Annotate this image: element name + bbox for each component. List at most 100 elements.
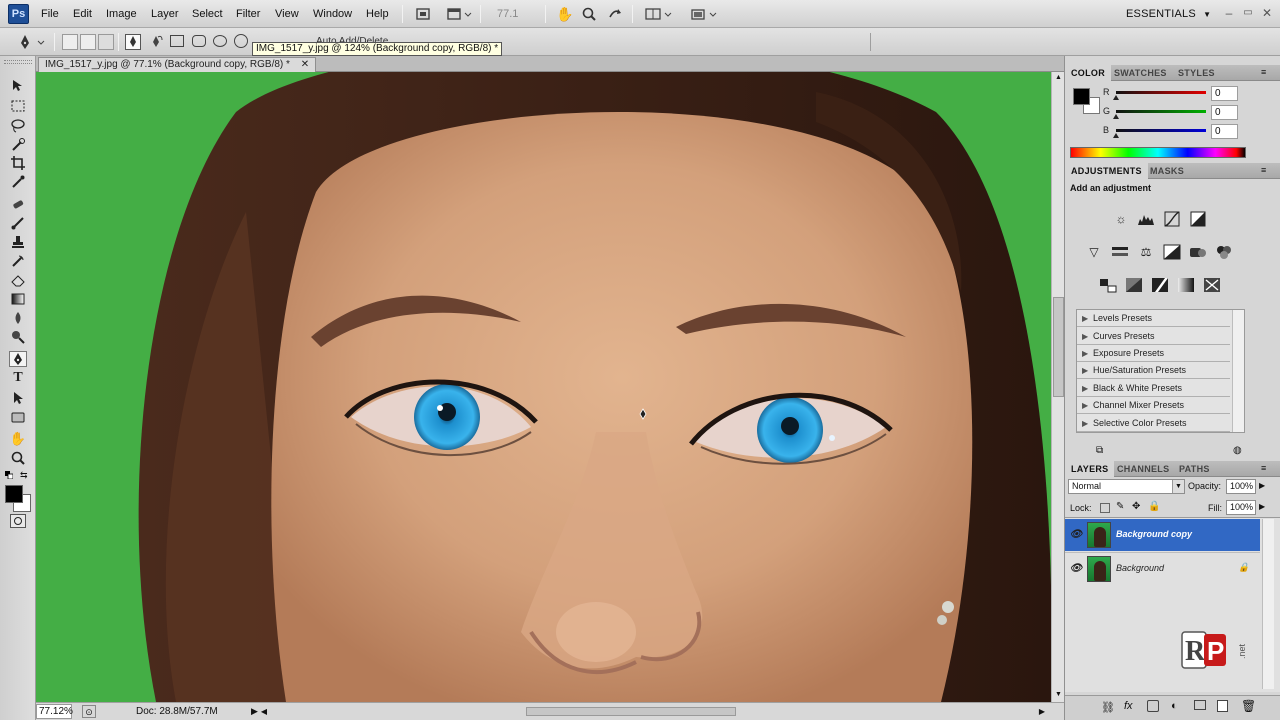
rotate-view-icon[interactable] [606,5,624,23]
tab-styles[interactable]: STYLES [1172,65,1221,81]
opacity-slider-icon[interactable]: ▶ [1259,481,1265,490]
gradient-tool-icon[interactable] [9,291,27,307]
shape-tool-icon[interactable] [9,409,27,425]
delete-layer-icon[interactable]: 🗑 [1241,699,1256,713]
threshold-icon[interactable] [1151,277,1169,293]
blue-slider[interactable] [1116,129,1206,132]
preset-curves[interactable]: ▶ Curves Presets [1077,328,1230,345]
tab-layers[interactable]: LAYERS [1065,461,1115,477]
preset-channel-mixer[interactable]: ▶ Channel Mixer Presets [1077,397,1230,414]
dodge-tool-icon[interactable] [9,329,27,345]
foreground-color-swatch[interactable] [5,485,23,503]
spot-healing-icon[interactable] [9,196,27,212]
path-selection-icon[interactable] [9,390,27,406]
green-slider-thumb[interactable] [1113,114,1119,119]
preset-black-white[interactable]: ▶ Black & White Presets [1077,380,1230,397]
eraser-tool-icon[interactable] [9,272,27,288]
scroll-up-icon[interactable]: ▲ [1053,72,1064,83]
visibility-eye-icon[interactable]: 👁 [1069,528,1083,542]
pen-tool-icon[interactable] [9,351,27,367]
menu-window[interactable]: Window [313,8,352,20]
scroll-left-icon[interactable]: ◀ [258,705,270,718]
polygon-shape-icon[interactable] [234,34,248,48]
scroll-down-icon[interactable]: ▼ [1053,689,1064,700]
new-group-icon[interactable] [1194,700,1206,710]
preset-exposure[interactable]: ▶ Exposure Presets [1077,345,1230,362]
fill-pixels-icon[interactable] [98,34,114,50]
menu-edit[interactable]: Edit [73,8,92,20]
gradient-map-icon[interactable] [1177,277,1195,293]
lock-position-icon[interactable]: ✥ [1132,501,1140,512]
quick-mask-icon[interactable] [10,514,26,528]
mini-bridge-icon[interactable] [445,5,473,23]
invert-icon[interactable] [1099,277,1117,293]
hue-saturation-icon[interactable] [1111,244,1129,260]
visibility-eye-icon[interactable]: 👁 [1069,562,1083,576]
type-tool-icon[interactable]: T [9,370,27,386]
scrollbar-thumb[interactable] [1053,297,1064,397]
green-value[interactable]: 0 [1211,105,1238,120]
layer-background-copy[interactable]: 👁 Background copy [1065,519,1260,551]
swap-colors-icon[interactable]: ⇆ [20,470,30,480]
zoom-level-dropdown[interactable]: 77.1 ▼ [485,6,537,35]
minimize-icon[interactable]: – [1222,6,1236,20]
status-info-icon[interactable]: ⊙ [82,705,96,718]
paths-icon[interactable] [80,34,96,50]
fill-field[interactable]: 100% [1226,500,1256,515]
adjustment-options-icon[interactable]: ◍ [1233,445,1249,457]
eyedropper-tool-icon[interactable] [9,174,27,190]
color-foreground-swatch[interactable] [1073,88,1090,105]
clone-stamp-icon[interactable] [9,234,27,250]
lock-transparent-icon[interactable] [1100,503,1110,513]
clip-to-layer-icon[interactable]: ⧉ [1096,445,1112,457]
lock-all-icon[interactable]: 🔒 [1148,501,1160,512]
marquee-tool-icon[interactable] [9,98,27,114]
zoom-field[interactable]: 77.12% [36,704,73,719]
new-adjustment-layer-icon[interactable]: ◐ [1171,700,1178,712]
fill-slider-icon[interactable]: ▶ [1259,502,1265,511]
brush-tool-icon[interactable] [9,215,27,231]
blur-tool-icon[interactable] [9,310,27,326]
hand-tool-icon[interactable]: ✋ [555,5,573,23]
opacity-field[interactable]: 100% [1226,479,1256,494]
red-slider-thumb[interactable] [1113,95,1119,100]
blue-value[interactable]: 0 [1211,124,1238,139]
close-tab-icon[interactable]: ✕ [301,59,309,70]
menu-file[interactable]: File [41,8,59,20]
status-menu-icon[interactable]: ▶ [251,706,258,717]
menu-image[interactable]: Image [106,8,137,20]
selective-color-icon[interactable] [1203,277,1221,293]
close-icon[interactable]: ✕ [1260,6,1274,20]
preset-hue-saturation[interactable]: ▶ Hue/Saturation Presets [1077,362,1230,379]
toolbar-grip[interactable] [4,60,32,64]
layer-style-icon[interactable]: fx [1124,700,1133,712]
pen-mode-icon[interactable] [125,34,141,50]
photo-filter-icon[interactable] [1189,244,1207,260]
screen-mode-icon[interactable] [688,5,720,23]
exposure-icon[interactable] [1189,211,1207,227]
layers-scrollbar[interactable] [1262,519,1274,689]
preset-selective-color[interactable]: ▶ Selective Color Presets [1077,415,1230,432]
brightness-contrast-icon[interactable]: ☼ [1112,211,1130,227]
zoom-tool-icon[interactable] [9,450,27,466]
workspace-switcher[interactable]: ESSENTIALS ▼ [1126,8,1211,20]
panel-menu-icon[interactable]: ≡ [1261,165,1266,175]
channel-mixer-icon[interactable] [1215,244,1233,260]
panel-menu-icon[interactable]: ≡ [1261,463,1266,473]
curves-icon[interactable] [1163,211,1181,227]
menu-view[interactable]: View [275,8,299,20]
green-slider[interactable] [1116,110,1206,113]
tab-color[interactable]: COLOR [1065,65,1111,81]
blend-mode-dropdown[interactable]: Normal ▼ [1068,479,1185,494]
bridge-icon[interactable] [414,5,432,23]
menu-select[interactable]: Select [192,8,223,20]
lock-pixels-icon[interactable]: ✎ [1116,501,1124,512]
preset-levels[interactable]: ▶ Levels Presets [1077,310,1230,327]
quick-selection-icon[interactable] [9,137,27,153]
levels-icon[interactable] [1137,211,1155,227]
red-slider[interactable] [1116,91,1206,94]
rectangle-shape-icon[interactable] [170,35,184,47]
tab-masks[interactable]: MASKS [1144,163,1190,179]
vertical-scrollbar[interactable]: ▲ ▼ [1051,72,1064,702]
add-mask-icon[interactable] [1147,700,1159,712]
